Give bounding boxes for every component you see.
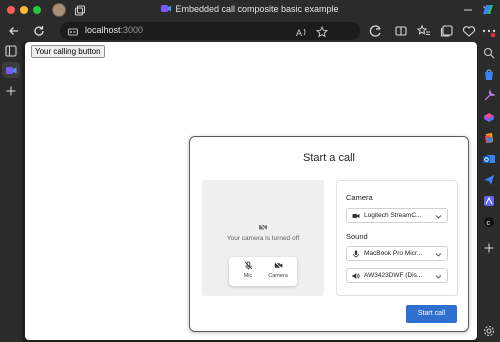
camera-off-icon [258, 219, 268, 232]
page-content: Your calling button Start a call Your ca… [25, 42, 477, 340]
your-calling-button[interactable]: Your calling button [31, 45, 105, 58]
title-bar: Embedded call composite basic example [0, 0, 500, 20]
outlook-icon[interactable] [482, 152, 496, 166]
edge-bar-icon[interactable] [368, 23, 384, 39]
page-favicon-icon [161, 5, 172, 12]
window-title: Embedded call composite basic example [175, 4, 339, 14]
preview-control-bar: Mic Camera [229, 257, 297, 286]
drop-icon[interactable] [482, 173, 496, 187]
camera-toggle-button[interactable]: Camera [263, 261, 293, 283]
video-camera-icon [352, 214, 360, 218]
call-title: Start a call [303, 152, 355, 164]
games-icon[interactable] [482, 110, 496, 124]
more-options-icon[interactable] [481, 23, 497, 39]
site-info-icon[interactable] [67, 25, 79, 37]
start-call-button[interactable]: Start call [406, 305, 457, 323]
sidebar-settings-icon[interactable] [482, 324, 496, 338]
microphone-device-value: MacBook Pro Micr... [364, 250, 423, 257]
browser-essentials-icon[interactable] [461, 23, 477, 39]
mic-off-icon [244, 261, 252, 270]
tools-icon[interactable] [482, 89, 496, 103]
camera-label: Camera [268, 273, 288, 279]
url-host: localhost [85, 25, 121, 35]
vertical-tabs-sidebar [0, 42, 22, 342]
read-aloud-icon[interactable]: A [296, 25, 308, 38]
designer-icon[interactable] [482, 194, 496, 208]
chevron-down-icon [435, 215, 442, 219]
minimize-icon[interactable] [460, 2, 476, 18]
refresh-button[interactable] [31, 23, 47, 39]
mic-label: Mic [243, 273, 253, 279]
favorites-icon[interactable] [416, 23, 432, 39]
extension-icon[interactable]: c [482, 215, 496, 229]
tab-panel-icon[interactable] [4, 44, 18, 58]
microphone-dropdown[interactable]: MacBook Pro Micr... [346, 246, 448, 261]
address-bar[interactable]: localhost:3000 A [60, 22, 360, 40]
camera-dropdown[interactable]: Logitech StreamC... [346, 208, 448, 223]
call-composite-dialog: Start a call Your camera is turned off M… [189, 136, 469, 332]
edge-sidebar: c [478, 42, 500, 342]
camera-device-value: Logitech StreamC... [364, 212, 422, 219]
camera-off-icon [274, 261, 282, 270]
svg-text:c: c [487, 220, 491, 227]
collections-icon[interactable] [439, 23, 455, 39]
svg-text:A: A [296, 28, 302, 38]
mic-toggle-button[interactable]: Mic [233, 261, 263, 283]
copilot-icon[interactable] [480, 2, 496, 18]
local-video-preview: Your camera is turned off Mic Camera [202, 180, 324, 296]
address-bar-row: localhost:3000 A [0, 20, 500, 42]
split-screen-icon[interactable] [393, 23, 409, 39]
speaker-device-value: AW3423DWF (Dis... [364, 272, 423, 279]
speaker-dropdown[interactable]: AW3423DWF (Dis... [346, 268, 448, 283]
microsoft-365-icon[interactable] [482, 131, 496, 145]
active-tab-favicon-icon [4, 63, 18, 77]
search-icon[interactable] [482, 46, 496, 60]
chevron-down-icon [435, 253, 442, 257]
speaker-icon [352, 273, 360, 279]
url-port: :3000 [120, 25, 144, 35]
chevron-down-icon [435, 275, 442, 279]
device-settings-panel: Camera Logitech StreamC... Sound MacBook… [336, 180, 458, 296]
microphone-icon [353, 250, 359, 258]
favorite-star-icon[interactable] [315, 25, 329, 38]
shopping-icon[interactable] [482, 68, 496, 82]
add-sidebar-app-icon[interactable] [482, 241, 496, 255]
camera-section-label: Camera [346, 193, 373, 202]
sound-section-label: Sound [346, 232, 368, 241]
camera-off-text: Your camera is turned off [226, 235, 300, 242]
new-tab-icon[interactable] [4, 84, 18, 98]
back-button[interactable] [6, 23, 22, 39]
